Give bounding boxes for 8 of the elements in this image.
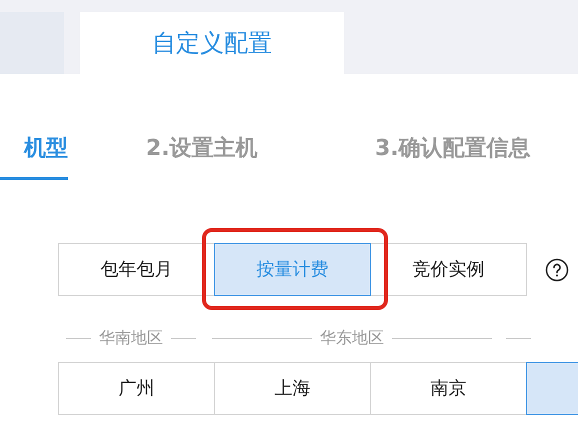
billing-option[interactable]: 包年包月: [58, 243, 215, 296]
city-option[interactable]: 南京: [370, 362, 527, 415]
region-group-label: 华南地区: [98, 327, 164, 349]
city-option[interactable]: 上海: [214, 362, 371, 415]
city-option[interactable]: 广州: [58, 362, 215, 415]
region-group-label: 华东地区: [319, 327, 385, 349]
help-icon[interactable]: [545, 258, 569, 282]
billing-option[interactable]: 竞价实例: [370, 243, 527, 296]
